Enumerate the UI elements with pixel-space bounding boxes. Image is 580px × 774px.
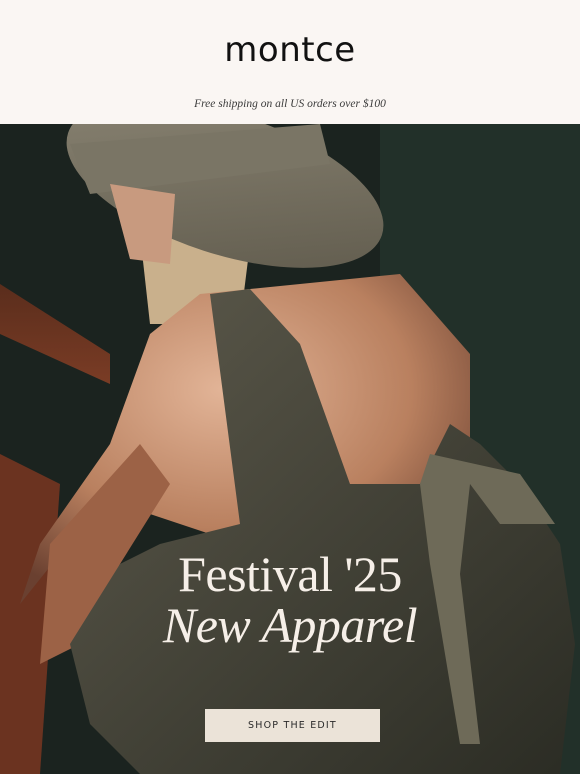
hero-photo-illustration	[0, 124, 580, 774]
email-header: montce Free shipping on all US orders ov…	[0, 0, 580, 124]
hero-banner[interactable]: Festival '25 New Apparel SHOP THE EDIT	[0, 124, 580, 774]
promo-text: Free shipping on all US orders over $100	[194, 98, 386, 110]
hero-headline-line1: Festival '25	[178, 546, 402, 602]
email-page: montce Free shipping on all US orders ov…	[0, 0, 580, 774]
hero-headline-line2: New Apparel	[162, 597, 418, 653]
brand-logo[interactable]: montce	[0, 30, 580, 70]
shop-the-edit-button[interactable]: SHOP THE EDIT	[205, 709, 380, 742]
